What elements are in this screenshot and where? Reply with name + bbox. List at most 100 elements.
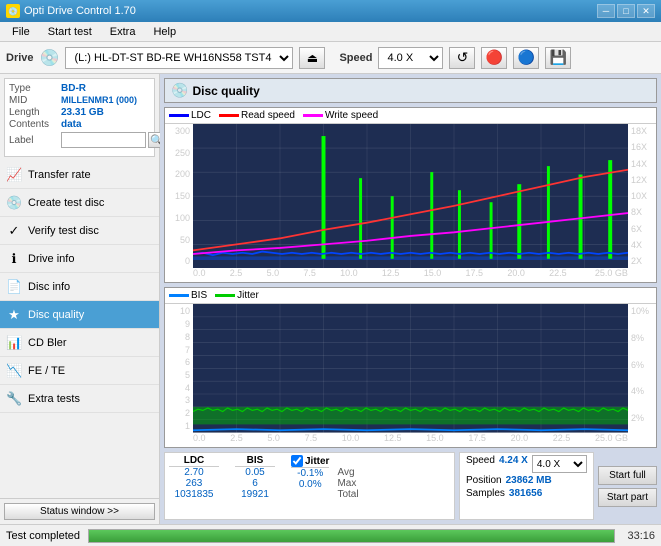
minimize-button[interactable]: ─ (597, 4, 615, 18)
start-part-button[interactable]: Start part (598, 488, 657, 507)
disc-length-row: Length 23.31 GB (9, 107, 166, 118)
create-test-disc-icon: 💿 (6, 195, 22, 211)
position-value: 23862 MB (506, 475, 552, 486)
menu-help[interactable]: Help (145, 24, 184, 40)
sidebar-item-disc-quality[interactable]: ★ Disc quality (0, 301, 159, 329)
jitter-legend-item: Jitter (215, 290, 259, 301)
statusbar: Test completed 33:16 (0, 524, 661, 546)
ldc-chart-plot (193, 124, 628, 268)
ldc-chart-panel: LDC Read speed Write speed 300 250 200 1… (164, 107, 657, 283)
stats-inner: LDC 2.70 263 1031835 BIS 0.05 6 19921 (169, 455, 450, 500)
ldc-y-axis-right: 18X 16X 14X 12X 10X 8X 6X 4X 2X (628, 124, 656, 268)
disc-mid-value: MILLENMR1 (000) (61, 95, 137, 106)
sidebar: Type BD-R MID MILLENMR1 (000) Length 23.… (0, 74, 160, 524)
titlebar: 💿 Opti Drive Control 1.70 ─ □ ✕ (0, 0, 661, 22)
bis-y-axis-left: 10 9 8 7 6 5 4 3 2 1 (165, 304, 193, 433)
disc-type-label: Type (9, 83, 61, 94)
titlebar-controls: ─ □ ✕ (597, 4, 655, 18)
panel-title-bar: 💿 Disc quality (164, 78, 657, 103)
bis-max-val: 6 (235, 478, 275, 489)
panel-icon: 💿 (171, 82, 188, 99)
write-speed-legend-color (303, 114, 323, 117)
ldc-chart-body: 300 250 200 150 100 50 0 (165, 124, 656, 268)
ldc-stats-header: LDC (169, 455, 219, 467)
eject-button[interactable]: ⏏ (299, 47, 325, 69)
bis-chart-plot (193, 304, 628, 433)
cd-bler-icon: 📊 (6, 335, 22, 351)
disc-label-input[interactable] (61, 132, 146, 148)
jitter-legend-label: Jitter (237, 290, 259, 301)
start-buttons: Start full Start part (598, 452, 657, 520)
verify-test-disc-icon: ✓ (6, 223, 22, 239)
main-layout: Type BD-R MID MILLENMR1 (000) Length 23.… (0, 74, 661, 524)
sidebar-item-create-test-disc[interactable]: 💿 Create test disc (0, 189, 159, 217)
refresh-button[interactable]: ↺ (449, 47, 475, 69)
sidebar-item-extra-tests[interactable]: 🔧 Extra tests (0, 385, 159, 413)
drive-select[interactable]: (L:) HL-DT-ST BD-RE WH16NS58 TST4 (65, 47, 293, 69)
panel-title: Disc quality (192, 84, 259, 98)
content-area: 💿 Disc quality LDC Read speed Write spee… (160, 74, 661, 524)
ldc-y-axis-left: 300 250 200 150 100 50 0 (165, 124, 193, 268)
menu-start-test[interactable]: Start test (40, 24, 100, 40)
read-speed-legend-label: Read speed (241, 110, 295, 121)
ldc-legend-label: LDC (191, 110, 211, 121)
disc-type-value: BD-R (61, 83, 86, 94)
speed-label: Speed (339, 52, 372, 64)
ldc-avg-val: 2.70 (169, 467, 219, 478)
sidebar-item-verify-test-disc[interactable]: ✓ Verify test disc (0, 217, 159, 245)
settings-button1[interactable]: 🔴 (481, 47, 507, 69)
speed-select[interactable]: 4.0 X (378, 47, 443, 69)
jitter-stats-col: Jitter -0.1% 0.0% (291, 455, 329, 490)
jitter-avg-val: -0.1% (291, 468, 329, 479)
sidebar-item-label-cd-bler: CD Bler (28, 337, 67, 349)
sidebar-item-fe-te[interactable]: 📉 FE / TE (0, 357, 159, 385)
extra-tests-icon: 🔧 (6, 391, 22, 407)
menu-file[interactable]: File (4, 24, 38, 40)
stats-row: LDC 2.70 263 1031835 BIS 0.05 6 19921 (164, 452, 657, 520)
ldc-x-axis: 0.0 2.5 5.0 7.5 10.0 12.5 15.0 17.5 20.0… (165, 268, 656, 282)
jitter-checkbox[interactable] (291, 455, 303, 467)
sidebar-item-label-verify: Verify test disc (28, 225, 99, 237)
bis-stats-col: BIS 0.05 6 19921 (235, 455, 275, 500)
samples-row: Samples 381656 (466, 488, 587, 499)
sidebar-item-drive-info[interactable]: ℹ Drive info (0, 245, 159, 273)
bis-legend-label: BIS (191, 290, 207, 301)
close-button[interactable]: ✕ (637, 4, 655, 18)
disc-quality-icon: ★ (6, 307, 22, 323)
disc-contents-label: Contents (9, 119, 61, 130)
speed-position-panel: Speed 4.24 X 4.0 X Position 23862 MB Sam… (459, 452, 594, 520)
position-row: Position 23862 MB (466, 475, 587, 486)
bis-y-axis-right: 10% 8% 6% 4% 2% (628, 304, 656, 433)
menu-extra[interactable]: Extra (102, 24, 144, 40)
status-window-button[interactable]: Status window >> (4, 503, 155, 520)
sidebar-item-label-disc-info: Disc info (28, 281, 70, 293)
progress-bar-fill (89, 530, 614, 542)
status-time: 33:16 (627, 530, 655, 542)
titlebar-left: 💿 Opti Drive Control 1.70 (6, 4, 136, 18)
maximize-button[interactable]: □ (617, 4, 635, 18)
sidebar-item-disc-info[interactable]: 📄 Disc info (0, 273, 159, 301)
disc-contents-row: Contents data (9, 119, 166, 130)
bis-chart-legend: BIS Jitter (165, 288, 656, 304)
drive-label: Drive (6, 52, 34, 64)
disc-length-label: Length (9, 107, 61, 118)
start-full-button[interactable]: Start full (598, 466, 657, 485)
write-speed-legend-item: Write speed (303, 110, 378, 121)
sidebar-item-label-extra-tests: Extra tests (28, 393, 80, 405)
settings-button2[interactable]: 🔵 (513, 47, 539, 69)
stats-table: LDC 2.70 263 1031835 BIS 0.05 6 19921 (164, 452, 455, 520)
ldc-chart-legend: LDC Read speed Write speed (165, 108, 656, 124)
disc-length-value: 23.31 GB (61, 107, 104, 118)
samples-value: 381656 (509, 488, 542, 499)
row-labels: . Avg Max Total (337, 455, 358, 500)
save-button[interactable]: 💾 (545, 47, 571, 69)
ldc-legend-color (169, 114, 189, 117)
speed-dropdown[interactable]: 4.0 X (532, 455, 587, 473)
disc-type-row: Type BD-R (9, 83, 166, 94)
disc-info-icon: 📄 (6, 279, 22, 295)
sidebar-item-label-drive-info: Drive info (28, 253, 74, 265)
sidebar-item-cd-bler[interactable]: 📊 CD Bler (0, 329, 159, 357)
disc-contents-value: data (61, 119, 82, 130)
disc-panel-header: Type BD-R MID MILLENMR1 (000) Length 23.… (9, 83, 150, 148)
sidebar-item-transfer-rate[interactable]: 📈 Transfer rate (0, 161, 159, 189)
